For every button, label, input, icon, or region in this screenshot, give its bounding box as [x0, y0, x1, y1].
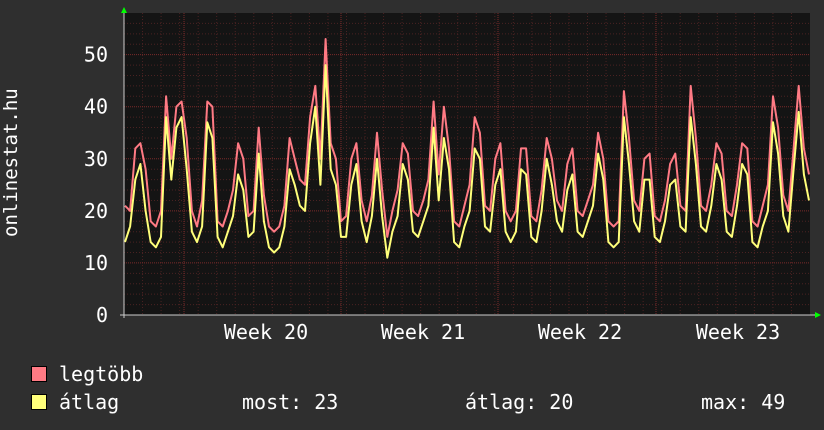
stat-max-value: 49	[761, 390, 786, 414]
y-tick-label: 20	[84, 199, 108, 223]
stat-now-label: most:	[242, 390, 303, 414]
y-tick-label: 30	[84, 147, 108, 171]
y-tick-label: 40	[84, 95, 108, 119]
stat-avg-value: 20	[549, 390, 574, 414]
y-axis-arrow	[121, 7, 127, 13]
x-axis-arrow	[815, 312, 821, 318]
stat-avg: átlag: 20	[465, 390, 573, 414]
y-tick-label: 0	[96, 303, 108, 327]
stat-max: max: 49	[701, 390, 785, 414]
stat-max-label: max:	[701, 390, 750, 414]
stat-now: most: 23	[242, 390, 338, 414]
x-tick-label: Week 20	[224, 320, 308, 344]
legend-item-max: legtöbb	[31, 362, 143, 386]
chart-container: onlinestat.hu 0 10 20 30 40 50 Week 20 Week 21…	[0, 0, 824, 430]
legend-label-avg: átlag	[59, 390, 120, 414]
stat-avg-label: átlag:	[465, 390, 538, 414]
x-tick-label: Week 21	[381, 320, 465, 344]
y-tick-label: 10	[84, 251, 108, 275]
x-tick-label: Week 22	[538, 320, 622, 344]
legend-swatch-max	[31, 366, 47, 382]
legend-label-max: legtöbb	[59, 362, 144, 386]
y-ticks: 0 10 20 30 40 50	[84, 43, 108, 327]
legend-item-avg: átlag	[31, 390, 119, 414]
stat-now-value: 23	[314, 390, 339, 414]
y-tick-label: 50	[84, 43, 108, 67]
x-tick-label: Week 23	[696, 320, 780, 344]
plot-background	[124, 13, 810, 315]
x-ticks: Week 20 Week 21 Week 22 Week 23	[224, 320, 780, 344]
legend-swatch-avg	[31, 394, 47, 410]
